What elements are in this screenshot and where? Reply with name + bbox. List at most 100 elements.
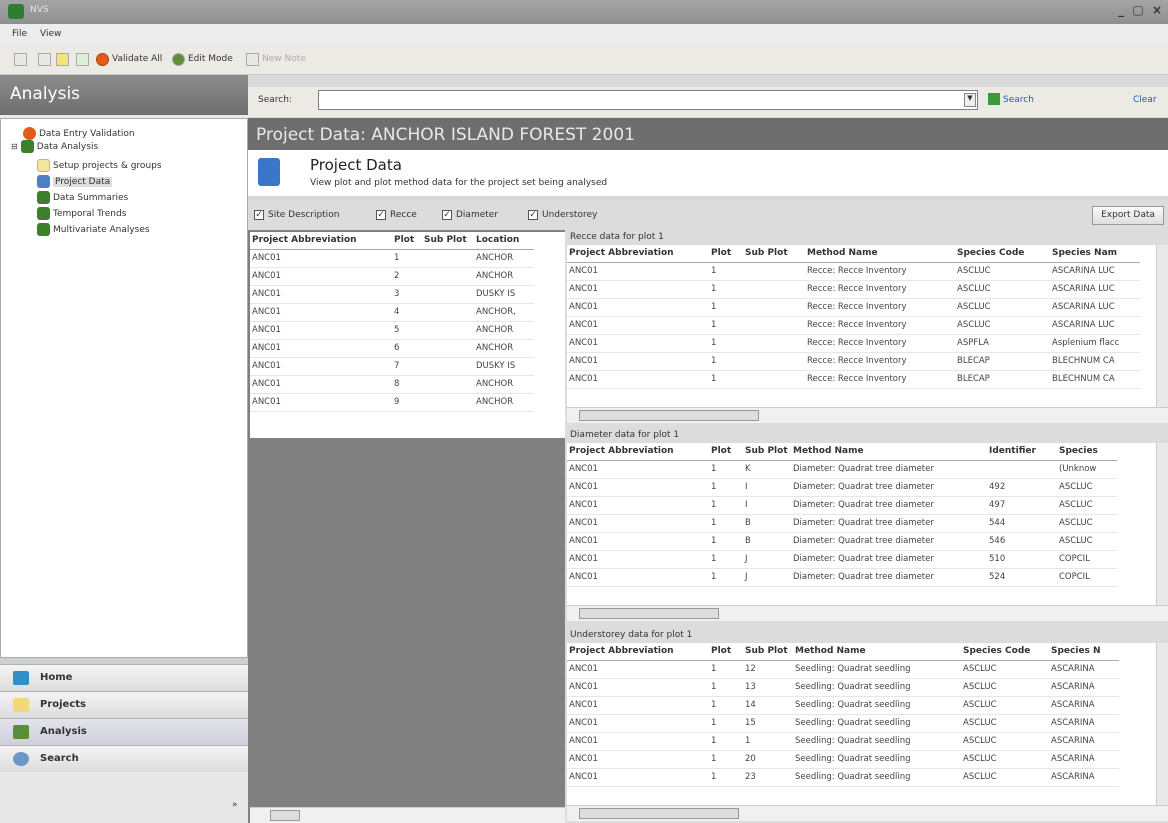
table-row[interactable]: ANC01 4 ANCHOR, [250,303,534,322]
tree-item-project-data[interactable]: Project Data [37,175,113,188]
nav-analysis-button[interactable]: Analysis [0,718,248,745]
column-header[interactable]: Species [1057,443,1117,461]
column-header[interactable]: Project Abbreviation [567,443,709,461]
table-row[interactable]: ANC01 1 Recce: Recce Inventory ASCLUC ASCARI… [567,280,1140,299]
column-header[interactable]: Sub Plot [743,643,793,661]
table-row[interactable]: ANC01 1 Recce: Recce Inventory ASPFLA Asplen… [567,334,1140,353]
tree-item-validation[interactable]: Data Entry Validation [23,127,135,140]
column-header[interactable]: Plot [709,245,743,263]
table-row[interactable]: ANC01 1 Recce: Recce Inventory ASCLUC ASCARI… [567,316,1140,335]
column-header[interactable]: Plot [709,643,743,661]
table-row[interactable]: ANC01 1 B Diameter: Quadrat tree diameter 54… [567,514,1117,533]
search-button[interactable]: Search [1003,95,1034,105]
export-icon[interactable] [76,53,89,66]
understorey-hscroll[interactable] [567,805,1168,821]
scroll-thumb[interactable] [579,608,719,619]
table-row[interactable]: ANC01 1 J Diameter: Quadrat tree diameter 51… [567,550,1117,569]
understorey-checkbox[interactable]: ✓ Understorey [528,210,597,220]
table-row[interactable]: ANC01 1 I Diameter: Quadrat tree diameter 49… [567,496,1117,515]
column-header[interactable]: Identifier [987,443,1057,461]
tree-icon [20,140,34,153]
menu-file[interactable]: File [12,29,27,39]
scroll-thumb[interactable] [579,410,759,421]
table-cell [743,316,805,335]
new-icon[interactable] [14,53,27,66]
column-header[interactable]: Project Abbreviation [567,643,709,661]
plot-grid-hscroll[interactable] [250,807,565,823]
diameter-checkbox[interactable]: ✓ Diameter [442,210,498,220]
column-header[interactable]: Method Name [805,245,955,263]
diameter-hscroll[interactable] [567,605,1168,621]
edit-mode-button[interactable]: Edit Mode [188,54,233,64]
table-row[interactable]: ANC01 1 12 Seedling: Quadrat seedling ASCLUC… [567,660,1119,679]
export-data-button[interactable]: Export Data [1092,206,1164,225]
column-header[interactable]: Sub Plot [743,443,791,461]
window-controls[interactable]: _ ▢ × [1118,3,1164,17]
column-header[interactable]: Sub Plot [422,232,474,250]
column-header[interactable]: Method Name [791,443,987,461]
table-row[interactable]: ANC01 1 Recce: Recce Inventory BLECAP BLECHN… [567,370,1140,389]
column-header[interactable]: Plot [392,232,422,250]
column-header[interactable]: Sub Plot [743,245,805,263]
column-header[interactable]: Species Code [961,643,1049,661]
recce-hscroll[interactable] [567,407,1168,423]
understorey-vscroll[interactable] [1156,643,1168,805]
scroll-thumb[interactable] [579,808,739,819]
column-header[interactable]: Project Abbreviation [250,232,392,250]
tree-item-setup[interactable]: Setup projects & groups [37,159,162,172]
table-row[interactable]: ANC01 9 ANCHOR [250,393,534,412]
dropdown-icon[interactable]: ▼ [964,93,976,107]
menu-view[interactable]: View [40,29,61,39]
collapse-icon[interactable]: ⊟ [11,142,18,151]
table-row[interactable]: ANC01 1 J Diameter: Quadrat tree diameter 52… [567,568,1117,587]
validate-all-button[interactable]: Validate All [112,54,162,64]
table-row[interactable]: ANC01 8 ANCHOR [250,375,534,394]
clear-button[interactable]: Clear [1133,95,1157,105]
scroll-thumb[interactable] [270,810,300,821]
column-header[interactable]: Project Abbreviation [567,245,709,263]
chevron-icon[interactable]: » [232,800,238,810]
tree-icon[interactable] [56,53,69,66]
table-row[interactable]: ANC01 5 ANCHOR [250,321,534,340]
table-row[interactable]: ANC01 1 K Diameter: Quadrat tree diameter (U… [567,460,1117,479]
table-row[interactable]: ANC01 1 B Diameter: Quadrat tree diameter 54… [567,532,1117,551]
validate-icon[interactable] [96,53,109,66]
save-icon[interactable] [38,53,51,66]
column-header[interactable]: Location [474,232,534,250]
table-row[interactable]: ANC01 1 1 Seedling: Quadrat seedling ASCLUC A… [567,732,1119,751]
table-row[interactable]: ANC01 1 20 Seedling: Quadrat seedling ASCLUC… [567,750,1119,769]
nav-search-button[interactable]: Search [0,745,248,772]
tree-item-trends[interactable]: Temporal Trends [37,207,126,220]
nav-projects-button[interactable]: Projects [0,691,248,718]
table-row[interactable]: ANC01 1 15 Seedling: Quadrat seedling ASCLUC… [567,714,1119,733]
tree-item-summaries[interactable]: Data Summaries [37,191,128,204]
search-input[interactable] [318,90,978,110]
site-description-checkbox[interactable]: ✓ Site Description [254,210,339,220]
column-header[interactable]: Species Code [955,245,1050,263]
table-row[interactable]: ANC01 1 Recce: Recce Inventory ASCLUC ASCARI… [567,262,1140,281]
column-header[interactable]: Method Name [793,643,961,661]
table-row[interactable]: ANC01 1 13 Seedling: Quadrat seedling ASCLUC… [567,678,1119,697]
nav-home-button[interactable]: Home [0,664,248,691]
table-row[interactable]: ANC01 1 Recce: Recce Inventory BLECAP BLECHN… [567,352,1140,371]
table-row[interactable]: ANC01 2 ANCHOR [250,267,534,286]
column-header[interactable]: Species Nam [1050,245,1140,263]
table-row[interactable]: ANC01 1 I Diameter: Quadrat tree diameter 49… [567,478,1117,497]
table-row[interactable]: ANC01 3 DUSKY IS [250,285,534,304]
tree-item-multivariate[interactable]: Multivariate Analyses [37,223,150,236]
recce-checkbox[interactable]: ✓ Recce [376,210,417,220]
table-row[interactable]: ANC01 7 DUSKY IS [250,357,534,376]
edit-mode-icon[interactable] [172,53,185,66]
column-header[interactable]: Species N [1049,643,1119,661]
table-cell: ANC01 [250,393,392,412]
table-row[interactable]: ANC01 1 14 Seedling: Quadrat seedling ASCLUC… [567,696,1119,715]
table-cell: ASCARINA [1049,750,1119,769]
tree-item-analysis[interactable]: ⊟ Data Analysis [11,140,98,153]
column-header[interactable]: Plot [709,443,743,461]
diameter-vscroll[interactable] [1156,443,1168,605]
table-row[interactable]: ANC01 1 23 Seedling: Quadrat seedling ASCLUC… [567,768,1119,787]
recce-vscroll[interactable] [1156,245,1168,407]
table-row[interactable]: ANC01 1 Recce: Recce Inventory ASCLUC ASCARI… [567,298,1140,317]
table-row[interactable]: ANC01 6 ANCHOR [250,339,534,358]
table-row[interactable]: ANC01 1 ANCHOR [250,249,534,268]
